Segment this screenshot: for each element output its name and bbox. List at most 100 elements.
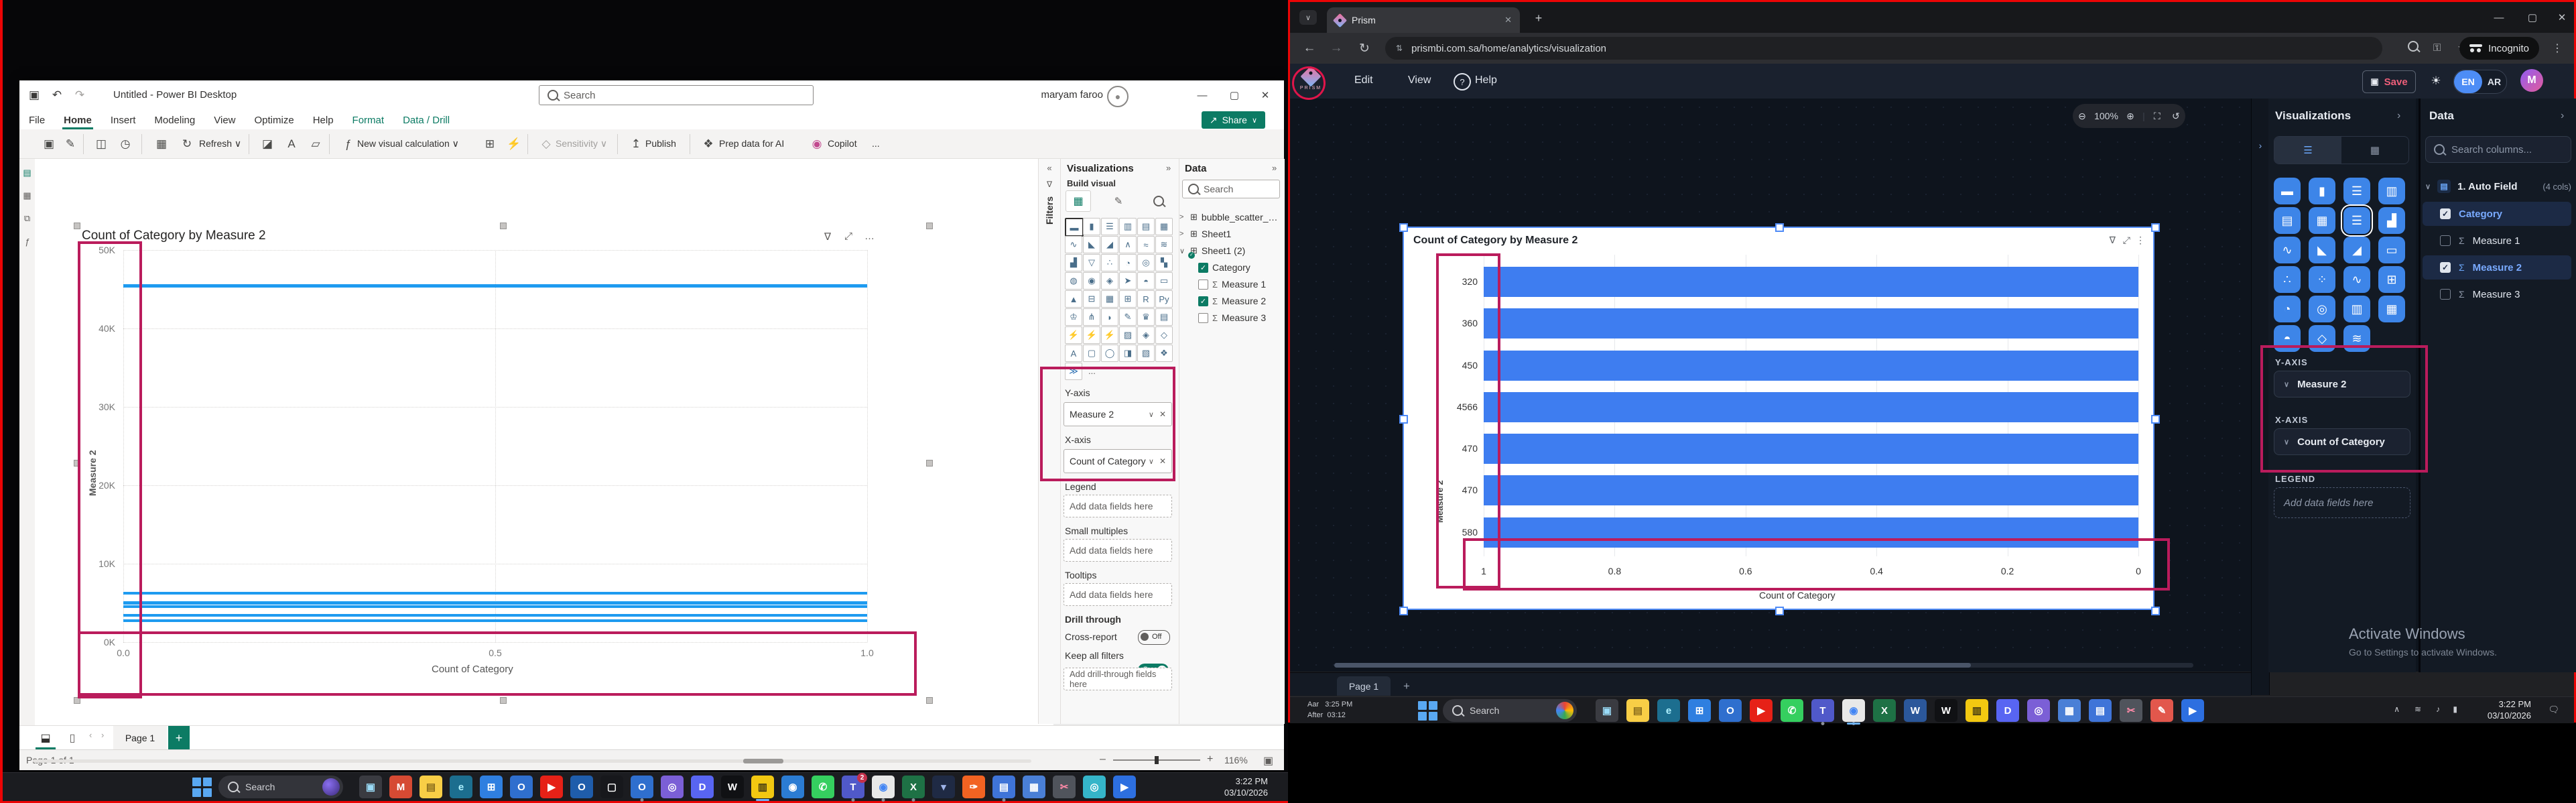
legend-well[interactable]: Add data fields here xyxy=(1064,495,1172,517)
save-icon[interactable]: ▣ xyxy=(25,86,44,105)
desktop-layout-icon[interactable]: ⬓ xyxy=(36,729,56,749)
data-row-category[interactable]: ✓Category xyxy=(1179,259,1301,275)
collapse-data-icon[interactable]: › xyxy=(2561,110,2564,122)
focus-mode-icon[interactable]: ⤢ xyxy=(844,231,852,242)
copilot-label[interactable]: Copilot xyxy=(828,138,857,149)
field-checkbox[interactable] xyxy=(1198,280,1208,290)
add-page-button[interactable]: + xyxy=(168,726,190,750)
field-checkbox[interactable]: ✓ xyxy=(2440,262,2451,273)
collapse-pane-icon[interactable]: » xyxy=(1166,163,1171,173)
tree-chevron-icon[interactable]: ∨ xyxy=(1179,247,1186,255)
viz-icon-kpi[interactable]: ▲ xyxy=(1065,290,1082,308)
prism-bar[interactable] xyxy=(1484,308,2138,338)
viz-icon-stacked-bar-chart[interactable]: ▬ xyxy=(1065,218,1084,237)
resize-handle[interactable] xyxy=(500,697,507,704)
pbi-visual-container[interactable] xyxy=(76,225,929,700)
taskbar-search[interactable]: Search xyxy=(218,776,343,798)
taskbar-icon-chrome[interactable]: ◉ xyxy=(1842,699,1865,722)
more-options-icon[interactable]: ⋮ xyxy=(2136,235,2145,246)
taskbar-icon-microsoft-store[interactable]: ⊞ xyxy=(480,776,503,798)
viz-icon-100-stacked-bar-chart[interactable]: ▤ xyxy=(1137,218,1155,235)
cross-report-toggle[interactable]: Off xyxy=(1138,630,1170,645)
viz-icon-line-chart[interactable]: ∿ xyxy=(1065,236,1082,253)
mobile-layout-icon[interactable]: ▯ xyxy=(62,729,82,747)
resize-handle[interactable] xyxy=(1775,223,1784,232)
taskbar-icon-task-view[interactable]: ▣ xyxy=(359,776,382,798)
legend-well[interactable]: Add data fields here xyxy=(2274,487,2410,518)
prism-bar[interactable] xyxy=(1484,392,2138,422)
copilot-icon[interactable]: ◉ xyxy=(808,135,826,153)
taskbar-search[interactable]: Search xyxy=(1443,699,1577,722)
resize-handle[interactable] xyxy=(1399,415,1408,424)
theme-toggle-icon[interactable]: ☀ xyxy=(2427,72,2445,90)
field-label[interactable]: Measure 1 xyxy=(2473,235,2520,247)
site-info-icon[interactable]: ⇅ xyxy=(1396,44,1403,53)
viz-icon-100-stacked-column-chart[interactable]: ▦ xyxy=(1155,218,1173,235)
close-tab-icon[interactable]: ✕ xyxy=(1504,15,1512,25)
chrome-menu-icon[interactable]: ⋮ xyxy=(2549,40,2566,57)
taskbar-icon-calculator[interactable]: ▦ xyxy=(2058,699,2081,722)
zoom-out-icon[interactable]: ⊖ xyxy=(2075,111,2089,122)
viz-icon-multi-row-card[interactable]: ▭ xyxy=(1155,272,1173,290)
viz-icon-stacked-area-chart[interactable]: ◢ xyxy=(1101,236,1118,253)
paste-icon[interactable]: ▣ xyxy=(40,135,58,153)
menu-optimize[interactable]: Optimize xyxy=(245,111,304,129)
tab-visuals[interactable]: ☰ xyxy=(2274,137,2341,164)
publish-label[interactable]: Publish xyxy=(645,138,676,149)
page-tab[interactable]: Page 1 xyxy=(113,726,167,752)
viz-icon-line-clustered-column-chart[interactable]: ≈ xyxy=(1137,236,1155,253)
browser-tab[interactable]: Prism ✕ xyxy=(1327,7,1520,33)
taskbar-icon-youtube[interactable]: ▶ xyxy=(540,776,563,798)
recent-sources-icon[interactable]: ◷ xyxy=(116,135,135,153)
menu-view[interactable]: View xyxy=(1408,74,1431,86)
reset-view-icon[interactable]: ↺ xyxy=(2169,111,2183,122)
resize-handle[interactable] xyxy=(2151,223,2160,232)
viz-icon-trend-chart[interactable]: ∿ xyxy=(2343,266,2370,293)
get-data-icon[interactable]: ◫ xyxy=(92,135,111,153)
viz-icon-area-chart[interactable]: ◣ xyxy=(1083,236,1100,253)
viz-icon-paginated-report[interactable]: ▤ xyxy=(1155,308,1173,326)
small-multiples-well[interactable]: Add data fields here xyxy=(1064,539,1172,562)
menu-insert[interactable]: Insert xyxy=(101,111,145,129)
quick-measure-icon[interactable]: ⚡ xyxy=(505,135,523,153)
field-checkbox[interactable]: ✓ xyxy=(1198,296,1208,306)
menu-data-drill[interactable]: Data / Drill xyxy=(393,111,459,129)
data-field-measure-1[interactable]: ΣMeasure 1 xyxy=(2423,229,2571,253)
taskbar-icon-notepad[interactable]: ▤ xyxy=(992,776,1015,798)
field-label[interactable]: Measure 2 xyxy=(2473,262,2522,273)
viz-icon-stacked-column-chart[interactable]: ▤ xyxy=(2274,207,2301,234)
prep-data-label[interactable]: Prep data for AI xyxy=(719,138,784,149)
drill-through-well[interactable]: Add drill-through fields here xyxy=(1064,668,1172,690)
reload-icon[interactable]: ↻ xyxy=(1353,37,1376,60)
data-row-sheet1[interactable]: >⊞Sheet1 xyxy=(1179,226,1283,242)
taskbar-clock[interactable]: 3:22 PM 03/10/2026 xyxy=(2488,698,2531,721)
taskbar-icon-v-player[interactable]: ▾ xyxy=(932,776,955,798)
taskbar-icon-file-explorer[interactable]: ▤ xyxy=(420,776,442,798)
menu-help[interactable]: Help xyxy=(1475,74,1497,86)
taskbar-icon-task-view[interactable]: ▣ xyxy=(1596,699,1618,722)
viz-icon-key-influencers[interactable]: ♔ xyxy=(1065,308,1082,326)
minimize-button[interactable]: — xyxy=(1187,84,1217,106)
menu-edit[interactable]: Edit xyxy=(1354,74,1373,86)
zoom-slider-thumb[interactable] xyxy=(1155,756,1159,764)
resize-handle[interactable] xyxy=(500,223,507,229)
field-checkbox[interactable]: ✓ xyxy=(2440,208,2451,219)
field-label[interactable]: Measure 3 xyxy=(2473,289,2520,300)
viz-icon-combo-line-chart[interactable]: ▦ xyxy=(2378,296,2405,322)
fit-to-page-icon[interactable]: ▣ xyxy=(1263,754,1273,767)
data-row-measure-3[interactable]: ΣMeasure 3 xyxy=(1179,310,1301,326)
prev-page-icon[interactable]: ‹ xyxy=(89,730,92,740)
viz-icon-stacked-column-chart[interactable]: ▮ xyxy=(1083,218,1100,235)
analytics-tab[interactable] xyxy=(1150,192,1167,210)
collapse-data-pane-icon[interactable]: » xyxy=(1272,163,1277,173)
password-key-icon[interactable]: ⚿ xyxy=(2433,42,2441,54)
minimize-button[interactable]: — xyxy=(2484,7,2514,28)
hscroll-thumb[interactable] xyxy=(1334,663,1971,668)
next-page-icon[interactable]: › xyxy=(101,730,104,740)
resize-handle[interactable] xyxy=(2151,415,2160,424)
taskbar-icon-outlook[interactable]: O xyxy=(631,776,653,798)
viz-icon-treemap[interactable]: ▚ xyxy=(1155,254,1173,271)
help-icon[interactable]: ? xyxy=(1454,73,1471,90)
taskbar-icon-copilot[interactable]: ◎ xyxy=(661,776,684,798)
zoom-out-icon[interactable]: – xyxy=(1100,753,1106,765)
